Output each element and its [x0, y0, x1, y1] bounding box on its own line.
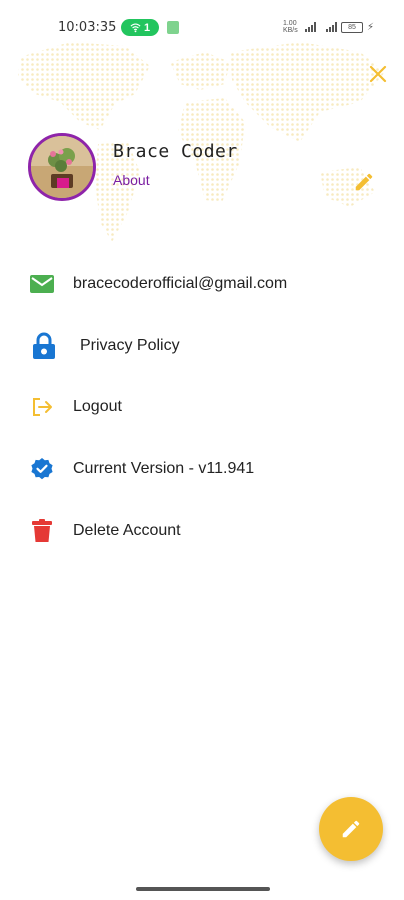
email-icon — [28, 270, 56, 298]
lock-icon — [30, 332, 58, 360]
menu-item-label: Delete Account — [73, 522, 181, 539]
charging-icon: ⚡ — [366, 21, 374, 33]
menu-item-label: Logout — [73, 398, 122, 415]
about-link[interactable]: About — [113, 172, 150, 188]
status-icons: 1.00 KB/s 85 ⚡ — [283, 20, 374, 34]
menu-item-current-version[interactable]: Current Version - v11.941 — [0, 445, 404, 493]
menu-item-delete-account[interactable]: Delete Account — [0, 507, 404, 555]
menu-item-email[interactable]: bracecoderofficial@gmail.com — [0, 260, 404, 308]
profile-name: Brace Coder — [113, 141, 238, 162]
network-speed: 1.00 KB/s — [282, 20, 298, 34]
edit-profile-button[interactable] — [350, 168, 378, 196]
signal-icon — [304, 22, 316, 32]
edit-fab-button[interactable] — [319, 797, 383, 861]
pencil-icon — [355, 173, 373, 191]
menu-item-label: Privacy Policy — [80, 337, 180, 354]
home-indicator[interactable] — [136, 887, 270, 891]
avatar[interactable] — [28, 133, 96, 201]
signal-icon-2 — [325, 22, 337, 32]
close-button[interactable] — [364, 60, 392, 88]
close-icon — [369, 65, 387, 83]
status-time: 10:03:35 — [58, 20, 117, 35]
menu-item-label: bracecoderofficial@gmail.com — [73, 275, 288, 292]
verified-icon — [28, 455, 56, 483]
menu-item-logout[interactable]: Logout — [0, 383, 404, 431]
wifi-icon — [130, 23, 141, 33]
logout-icon — [28, 393, 56, 421]
battery-icon: 85 — [340, 21, 363, 33]
status-bar: 10:03:35 1 1.00 KB/s 85 ⚡ — [0, 0, 404, 52]
pencil-icon — [342, 820, 360, 838]
sim-icon — [167, 21, 179, 34]
menu-item-label: Current Version - v11.941 — [73, 460, 255, 477]
wifi-hotspot-pill: 1 — [121, 19, 159, 36]
wifi-count: 1 — [143, 21, 151, 34]
trash-icon — [28, 517, 56, 545]
avatar-plant-image — [31, 136, 93, 198]
menu-item-privacy-policy[interactable]: Privacy Policy — [0, 322, 404, 370]
